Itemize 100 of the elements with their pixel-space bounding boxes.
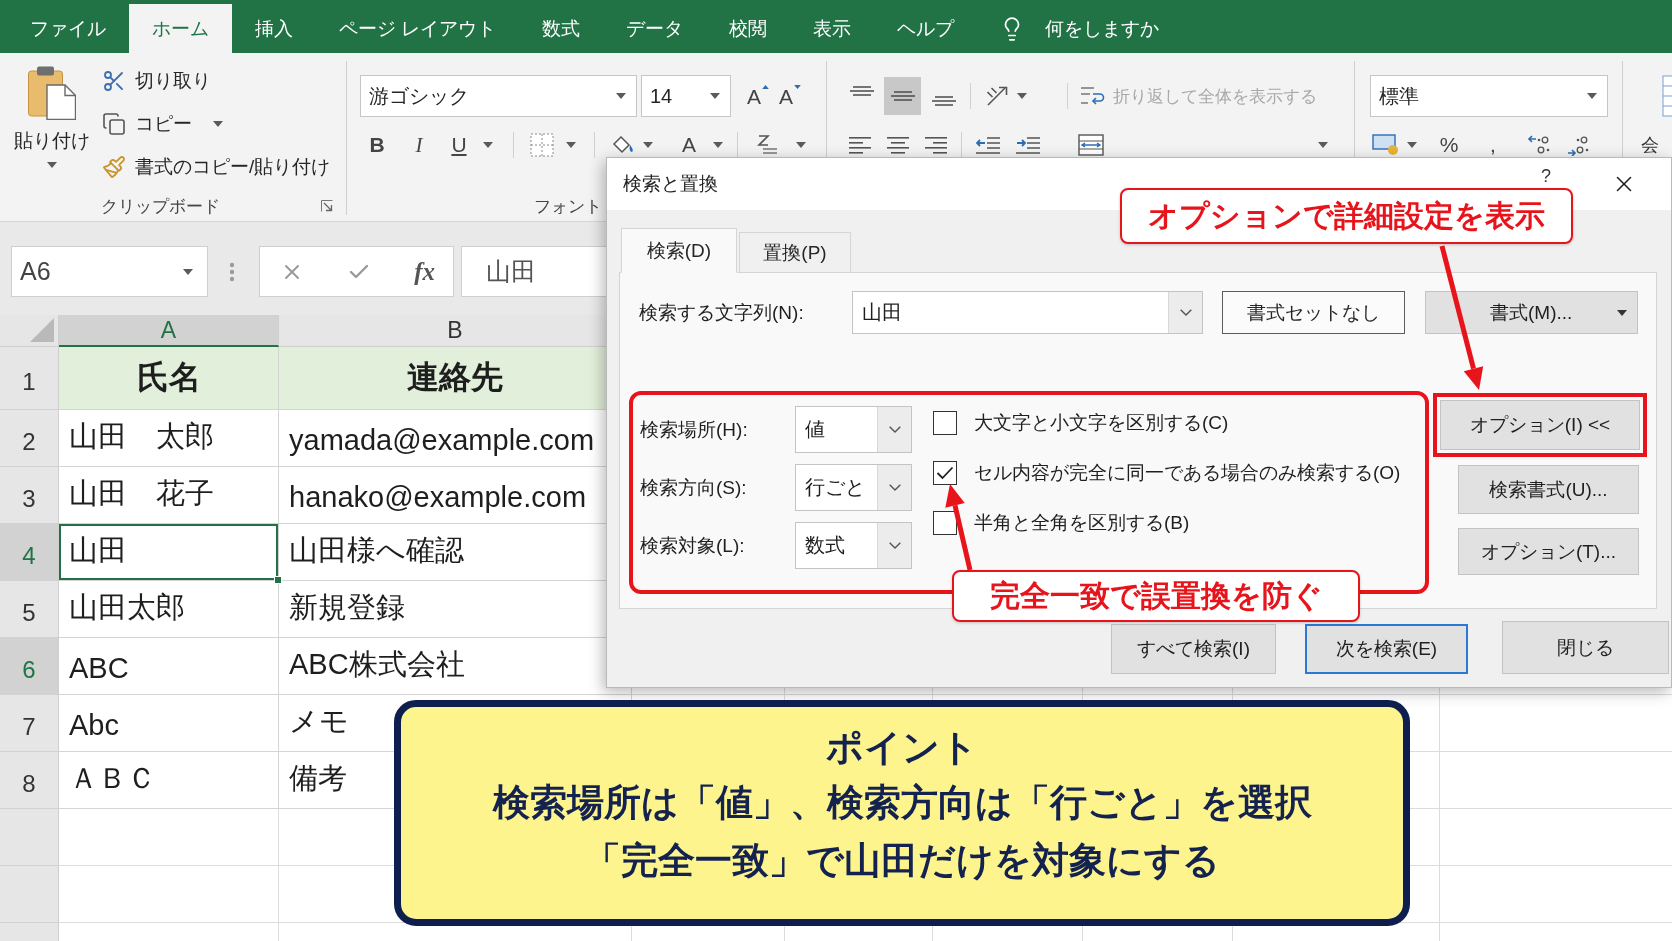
row-header[interactable]: 3	[0, 467, 59, 524]
comma-button[interactable]: ,	[1479, 133, 1507, 157]
increase-decimal-icon	[1527, 134, 1550, 156]
table-cell: 山田 太郎	[59, 410, 279, 467]
caret-icon	[616, 93, 626, 99]
decrease-indent-icon	[976, 135, 1000, 155]
options-button[interactable]: オプション(T)...	[1458, 528, 1639, 575]
row-header[interactable]: 4	[0, 524, 59, 581]
tab[interactable]: 置換(P)	[739, 232, 851, 273]
callout: オプションで詳細設定を表示	[1120, 188, 1573, 244]
checkbox-label[interactable]: 大文字と小文字を区別する(C)	[974, 410, 1229, 436]
shrink-font-button[interactable]: A	[779, 81, 802, 111]
tell-me-search[interactable]: 何をしますか	[1045, 15, 1160, 42]
align-right-icon	[925, 136, 947, 154]
ribbon-label[interactable]: 会	[1641, 133, 1659, 157]
row-header[interactable]: 2	[0, 410, 59, 467]
menu-tab[interactable]: 挿入	[232, 4, 316, 53]
caret-icon	[1318, 142, 1328, 148]
underline-button[interactable]: U	[443, 133, 475, 157]
help-button[interactable]: ?	[1541, 166, 1551, 187]
row-header[interactable]: 7	[0, 695, 59, 752]
dropdown-field[interactable]: 行ごと	[795, 464, 912, 511]
caret-icon	[183, 268, 193, 275]
header-cell: 氏名	[59, 347, 279, 410]
caret-icon	[1407, 142, 1417, 148]
menu-tab[interactable]: データ	[603, 4, 707, 53]
increase-indent-icon	[1016, 135, 1040, 155]
dropdown-button[interactable]	[877, 523, 911, 568]
column-header[interactable]: A	[59, 315, 279, 347]
checkbox-label[interactable]: セル内容が完全に同一である場合のみ検索する(O)	[974, 460, 1401, 486]
dropdown-field[interactable]: 値	[795, 406, 912, 453]
menu-tab[interactable]: ヘルプ	[874, 4, 978, 53]
dropdown-field[interactable]: 数式	[795, 522, 912, 569]
options-button[interactable]: 検索書式(U)...	[1458, 465, 1639, 514]
search-text-field[interactable]: 山田	[852, 291, 1203, 334]
scissors-icon	[102, 69, 126, 93]
chevron-down-icon	[1179, 309, 1192, 316]
caret-icon	[710, 93, 720, 99]
menu-tab[interactable]: 数式	[519, 4, 604, 53]
tab[interactable]: 検索(D)	[621, 228, 737, 273]
cut-button[interactable]: 切り取り	[102, 66, 331, 96]
menu-tab[interactable]: ホーム	[129, 4, 232, 53]
vertical-align-button[interactable]	[884, 77, 921, 115]
menu-tab[interactable]: 表示	[790, 4, 875, 53]
copy-button[interactable]: コピー	[102, 109, 331, 139]
align-center-icon	[887, 136, 909, 154]
checkbox[interactable]	[933, 411, 957, 435]
number-format-field[interactable]: 標準	[1370, 75, 1608, 117]
font-name-field[interactable]: 游ゴシック	[360, 75, 637, 117]
italic-button[interactable]: I	[403, 133, 435, 157]
field-label: 検索場所(H):	[640, 417, 749, 442]
align-bottom-icon	[931, 96, 956, 106]
chevron-down-icon	[888, 426, 901, 433]
table-cell: 山田太郎	[59, 581, 279, 638]
dialog-button[interactable]: 次を検索(E)	[1305, 624, 1468, 674]
format-button[interactable]: 書式(M)...	[1425, 291, 1638, 334]
font-size-field[interactable]: 14	[641, 75, 731, 117]
fill-handle-icon[interactable]	[274, 576, 282, 584]
dialog-button[interactable]: すべて検索(I)	[1111, 624, 1276, 674]
align-left-icon	[849, 136, 871, 154]
table-cell: 山田 花子	[59, 467, 279, 524]
caret-icon	[213, 121, 223, 127]
percent-button[interactable]: %	[1435, 133, 1463, 157]
name-box[interactable]: A6	[11, 246, 208, 297]
menu-tab[interactable]: ファイル	[7, 4, 129, 53]
decrease-decimal-icon	[1566, 134, 1589, 156]
menu-tab[interactable]: 校閲	[706, 4, 791, 53]
menu-tab[interactable]: ページ レイアウト	[316, 4, 520, 53]
caret-down-icon	[794, 85, 802, 89]
dropdown-button[interactable]	[877, 465, 911, 510]
text-orientation-icon	[987, 86, 1009, 106]
row-header[interactable]: 8	[0, 752, 59, 809]
options-button[interactable]: オプション(I) <<	[1440, 400, 1640, 450]
caret-icon	[1587, 93, 1597, 99]
checkbox[interactable]	[933, 461, 957, 485]
dropdown-button[interactable]	[1168, 292, 1202, 333]
more-icon[interactable]	[229, 261, 235, 282]
point-title: ポイント	[826, 726, 978, 770]
dialog-launcher-icon[interactable]	[321, 200, 333, 212]
row-header[interactable]: 6	[0, 638, 59, 695]
format-painter-button[interactable]: 書式のコピー/貼り付け	[102, 152, 331, 182]
checkbox-label[interactable]: 半角と全角を区別する(B)	[974, 510, 1190, 536]
checkbox[interactable]	[933, 511, 957, 535]
dialog-title: 検索と置換	[623, 172, 718, 196]
chevron-down-icon	[888, 484, 901, 491]
grow-font-button[interactable]: A	[747, 81, 769, 111]
table-cell: Abc	[59, 695, 279, 752]
align-top-icon	[849, 86, 874, 96]
bold-button[interactable]: B	[361, 133, 393, 157]
dialog-button[interactable]: 閉じる	[1502, 621, 1669, 674]
row-header[interactable]: 5	[0, 581, 59, 638]
paste-button[interactable]: 貼り付け	[16, 66, 88, 182]
dropdown-button[interactable]	[877, 407, 911, 452]
table-cell: 山田	[59, 524, 279, 581]
select-all-icon[interactable]	[30, 318, 54, 342]
font-color-button[interactable]: A	[675, 133, 703, 157]
caret-icon	[47, 162, 57, 168]
insert-function-button[interactable]: fx	[414, 257, 435, 286]
row-header[interactable]: 1	[0, 347, 59, 410]
field-label: 検索方向(S):	[640, 475, 748, 500]
